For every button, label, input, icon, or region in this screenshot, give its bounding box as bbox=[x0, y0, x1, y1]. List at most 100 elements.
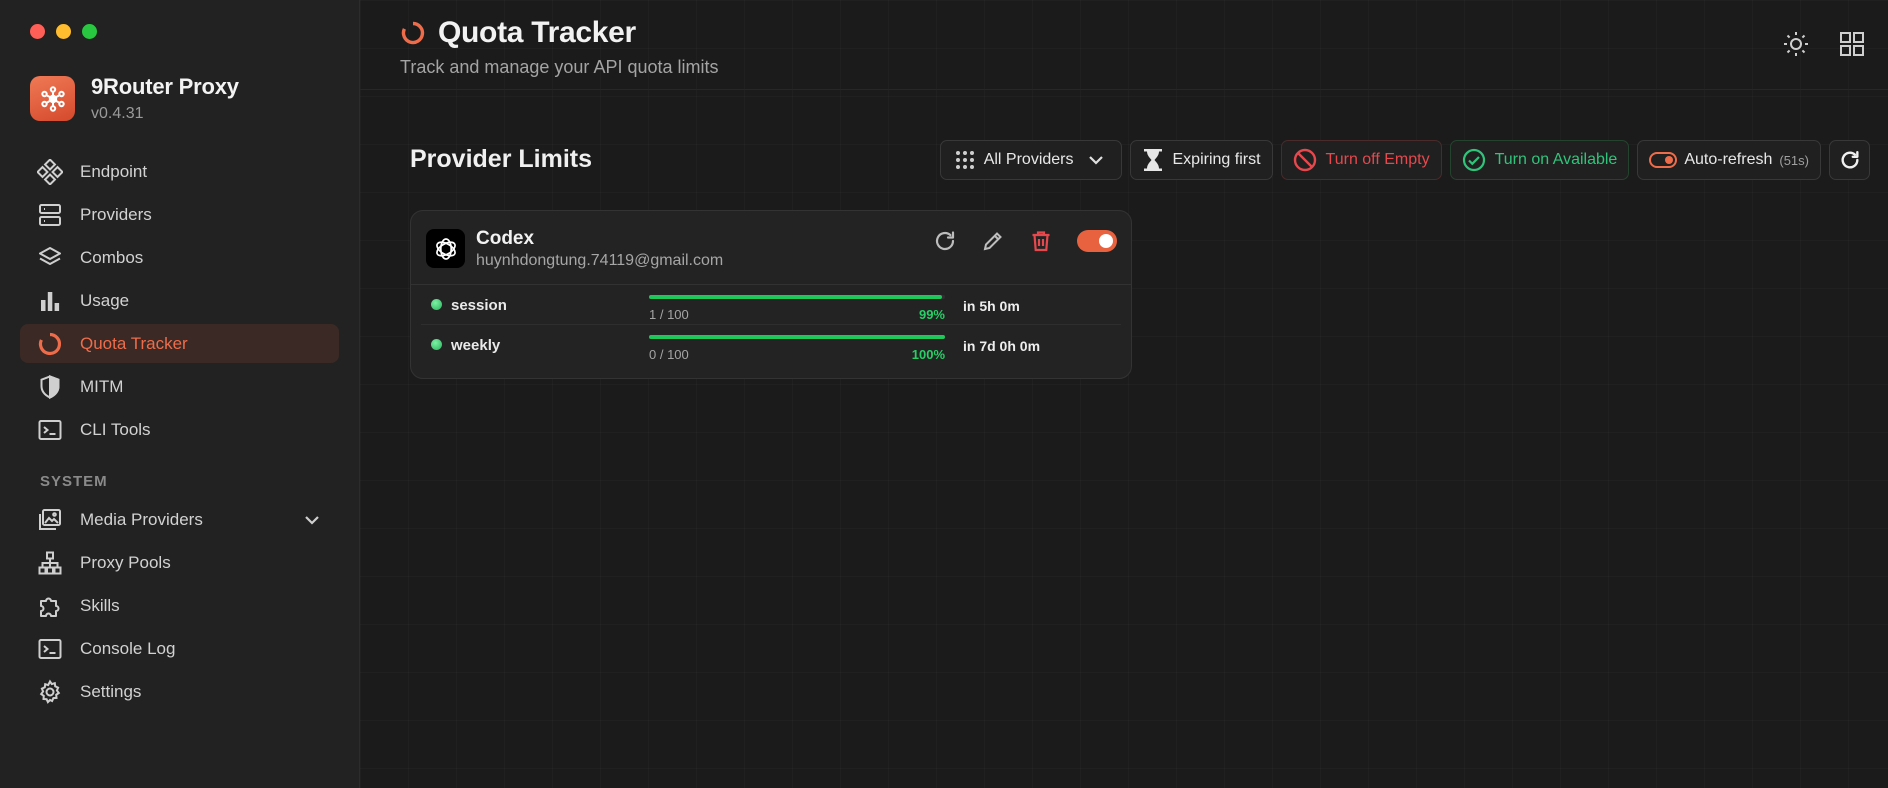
quota-reset: in 7d 0h 0m bbox=[963, 338, 1041, 354]
layers-icon bbox=[36, 244, 64, 272]
bar-chart-icon bbox=[36, 287, 64, 315]
sidebar-item-label: Media Providers bbox=[80, 509, 203, 529]
sidebar-nav: Endpoint Providers Combos Usage Quota Tr… bbox=[20, 152, 339, 715]
check-circle-icon bbox=[1462, 148, 1486, 172]
quota-ring-icon bbox=[400, 20, 426, 46]
refresh-icon[interactable] bbox=[933, 229, 957, 253]
page-title-text: Quota Tracker bbox=[438, 16, 636, 49]
turn-on-available-button[interactable]: Turn on Available bbox=[1449, 140, 1630, 180]
gear-icon bbox=[36, 678, 64, 706]
card-actions bbox=[933, 229, 1117, 253]
quota-reset: in 5h 0m bbox=[963, 298, 1020, 314]
minimize-window-button[interactable] bbox=[56, 24, 71, 39]
quota-count: 0 / 100 bbox=[649, 347, 689, 362]
sidebar-item-mitm[interactable]: MITM bbox=[20, 367, 339, 406]
console-icon bbox=[36, 635, 64, 663]
provider-enabled-toggle[interactable] bbox=[1077, 230, 1117, 252]
server-icon bbox=[36, 201, 64, 229]
toggle-on-icon bbox=[1649, 152, 1678, 168]
openai-logo-icon bbox=[426, 229, 465, 268]
quota-percent: 99% bbox=[918, 307, 945, 322]
main-content: Quota Tracker Track and manage your API … bbox=[360, 0, 1888, 788]
turn-off-empty-button[interactable]: Turn off Empty bbox=[1280, 140, 1442, 180]
quota-row-weekly: weekly 0 / 100 100% in 7d 0h 0m bbox=[421, 325, 1121, 365]
close-window-button[interactable] bbox=[30, 24, 45, 39]
sidebar-item-skills[interactable]: Skills bbox=[20, 586, 339, 625]
sidebar-item-settings[interactable]: Settings bbox=[20, 672, 339, 711]
quota-ring-icon bbox=[36, 330, 64, 358]
sidebar-item-label: MITM bbox=[80, 376, 124, 396]
maximize-window-button[interactable] bbox=[82, 24, 97, 39]
quota-row-session: session 1 / 100 99% in 5h 0m bbox=[421, 285, 1121, 325]
provider-name: Codex bbox=[476, 228, 535, 249]
auto-refresh-countdown: (51s) bbox=[1779, 152, 1809, 168]
sidebar-item-label: Providers bbox=[80, 204, 152, 224]
sidebar-item-label: Combos bbox=[80, 247, 144, 267]
sort-expiring-button[interactable]: Expiring first bbox=[1129, 140, 1273, 180]
sidebar-item-providers[interactable]: Providers bbox=[20, 195, 339, 234]
dots-grid-icon bbox=[955, 150, 975, 170]
quota-percent: 100% bbox=[911, 347, 945, 362]
puzzle-icon bbox=[36, 592, 64, 620]
status-dot bbox=[431, 339, 442, 350]
sidebar-item-label: Quota Tracker bbox=[80, 333, 188, 353]
page-title: Quota Tracker bbox=[400, 16, 636, 50]
grid-view-icon[interactable] bbox=[1838, 30, 1866, 58]
quota-name: weekly bbox=[451, 337, 501, 354]
app-window: 9Router Proxy v0.4.31 Endpoint Providers… bbox=[0, 0, 1888, 788]
brand: 9Router Proxy v0.4.31 bbox=[30, 74, 239, 123]
shield-icon bbox=[36, 373, 64, 401]
sidebar-item-usage[interactable]: Usage bbox=[20, 281, 339, 320]
sidebar-item-cli-tools[interactable]: CLI Tools bbox=[20, 410, 339, 449]
provider-card: Codex huynhdongtung.74119@gmail.com sess… bbox=[410, 210, 1132, 379]
sidebar-item-console-log[interactable]: Console Log bbox=[20, 629, 339, 668]
brand-name: 9Router Proxy bbox=[91, 74, 239, 99]
sort-label: Expiring first bbox=[1172, 151, 1261, 168]
window-controls bbox=[30, 24, 97, 39]
page-header: Quota Tracker Track and manage your API … bbox=[360, 0, 1888, 90]
delete-trash-icon[interactable] bbox=[1029, 229, 1053, 253]
edit-pencil-icon[interactable] bbox=[981, 229, 1005, 253]
brand-version: v0.4.31 bbox=[91, 105, 144, 122]
sidebar-item-label: Settings bbox=[80, 681, 142, 701]
sidebar-section-system: SYSTEM bbox=[40, 473, 108, 490]
turn-on-available-label: Turn on Available bbox=[1494, 151, 1618, 168]
sidebar-item-endpoint[interactable]: Endpoint bbox=[20, 152, 339, 191]
section-title: Provider Limits bbox=[410, 145, 592, 173]
sidebar-item-label: Skills bbox=[80, 595, 120, 615]
auto-refresh-label: Auto-refresh bbox=[1684, 151, 1773, 168]
block-icon bbox=[1293, 148, 1317, 172]
provider-email: huynhdongtung.74119@gmail.com bbox=[476, 252, 724, 269]
sidebar-item-combos[interactable]: Combos bbox=[20, 238, 339, 277]
header-actions bbox=[1782, 30, 1866, 58]
chevron-down-icon[interactable] bbox=[303, 511, 321, 529]
turn-off-empty-label: Turn off Empty bbox=[1325, 151, 1430, 168]
sidebar-item-label: Console Log bbox=[80, 638, 176, 658]
chevron-down-icon bbox=[1087, 151, 1105, 169]
quota-count: 1 / 100 bbox=[649, 307, 689, 322]
quota-name: session bbox=[451, 297, 507, 314]
terminal-icon bbox=[36, 416, 64, 444]
quota-progress-bar bbox=[649, 295, 945, 299]
provider-card-header: Codex huynhdongtung.74119@gmail.com bbox=[411, 211, 1131, 285]
sidebar-item-label: Endpoint bbox=[80, 161, 148, 181]
sidebar-item-proxy-pools[interactable]: Proxy Pools bbox=[20, 543, 339, 582]
auto-refresh-toggle[interactable]: Auto-refresh (51s) bbox=[1637, 140, 1821, 180]
sidebar-item-media-providers[interactable]: Media Providers bbox=[20, 500, 339, 539]
sidebar-item-label: Proxy Pools bbox=[80, 552, 171, 572]
providers-filter-label: All Providers bbox=[983, 151, 1074, 168]
refresh-icon bbox=[1839, 149, 1861, 171]
quota-progress-fill bbox=[649, 295, 943, 299]
sidebar-item-label: Usage bbox=[80, 290, 130, 310]
hourglass-icon bbox=[1142, 148, 1164, 172]
sidebar: 9Router Proxy v0.4.31 Endpoint Providers… bbox=[0, 0, 360, 788]
sidebar-item-quota-tracker[interactable]: Quota Tracker bbox=[20, 324, 339, 363]
quota-progress-bar bbox=[649, 335, 945, 339]
sidebar-item-label: CLI Tools bbox=[80, 419, 151, 439]
refresh-all-button[interactable] bbox=[1829, 140, 1870, 180]
endpoint-icon bbox=[36, 158, 64, 186]
providers-filter-dropdown[interactable]: All Providers bbox=[939, 140, 1122, 180]
theme-sun-icon[interactable] bbox=[1782, 30, 1810, 58]
media-icon bbox=[36, 506, 64, 534]
network-icon bbox=[36, 549, 64, 577]
